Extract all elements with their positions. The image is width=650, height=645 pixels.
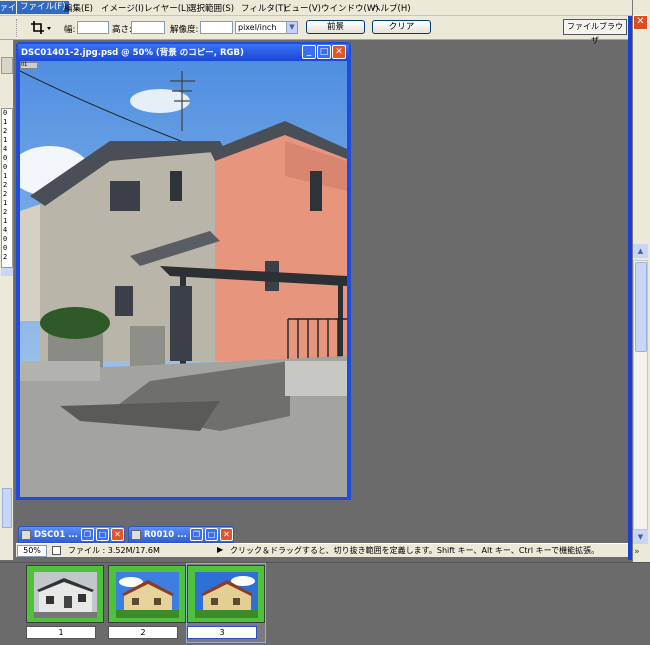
file-browser-button[interactable]: ファイルブラウザ: [563, 19, 627, 45]
ruler-origin-tag: 01: [20, 62, 38, 69]
thumbnail-image: [116, 572, 179, 618]
options-grip[interactable]: [16, 19, 19, 37]
resolution-unit-value: pixel/inch: [238, 23, 277, 32]
file-size-info: ファイル : 3.52M/17.6M: [68, 546, 160, 555]
document-window[interactable]: DSC01401-2.jpg.psd @ 50% (背景 のコピー, RGB) …: [16, 42, 351, 500]
house-photo: [20, 61, 347, 497]
menu-item-image[interactable]: イメージ(I): [101, 2, 144, 14]
document-title: DSC01401-2.jpg.psd @ 50% (背景 のコピー, RGB): [21, 48, 244, 58]
close-icon[interactable]: ✕: [633, 15, 648, 30]
resolution-field[interactable]: [200, 21, 233, 34]
thumbnail-label: 2: [108, 626, 178, 639]
document-icon: [21, 530, 31, 540]
toolbox-edge-button[interactable]: [1, 57, 13, 74]
app-window-edge: [628, 16, 632, 560]
status-bar: 50% ファイル : 3.52M/17.6M ▶ クリック＆ドラッグすると、切り…: [16, 543, 628, 557]
thumbnail-image: [195, 572, 258, 618]
menu-item-select[interactable]: 選択範囲(S): [188, 2, 234, 14]
width-label: 幅:: [64, 25, 76, 35]
close-icon[interactable]: ✕: [111, 528, 124, 541]
maximize-icon[interactable]: □: [205, 528, 218, 541]
options-bar: 幅: 高さ: 解像度: pixel/inch ▼ 前景 クリア ファイルブラウザ: [0, 16, 632, 45]
restore-icon[interactable]: ❐: [81, 528, 94, 541]
minimize-icon[interactable]: _: [302, 45, 316, 59]
resolution-label: 解像度:: [170, 25, 199, 35]
palette-edge-scrollbar[interactable]: [2, 488, 12, 528]
thumbnail-frame: [187, 565, 265, 623]
menu-item-help[interactable]: ヘルプ(H): [372, 2, 411, 14]
document-titlebar[interactable]: DSC01401-2.jpg.psd @ 50% (背景 のコピー, RGB) …: [18, 44, 349, 61]
thumbnail-item[interactable]: 3: [187, 565, 265, 643]
height-field[interactable]: [131, 21, 165, 34]
minimized-window[interactable]: DSC01 ... ❐ □ ✕: [18, 526, 125, 543]
menu-item-layer[interactable]: レイヤー(L): [144, 2, 189, 14]
minimized-window-title: DSC01 ...: [34, 530, 78, 540]
close-icon[interactable]: ✕: [220, 528, 233, 541]
thumbnail-frame: [108, 565, 186, 623]
menu-item-file[interactable]: ファイル(F): [17, 1, 69, 14]
thumbnail-image: [34, 572, 97, 618]
chevron-down-icon[interactable]: ▼: [286, 22, 297, 33]
palette-edge-scroll-arrow[interactable]: [1, 268, 13, 276]
menu-item-view[interactable]: ビュー(V): [283, 2, 321, 14]
expand-chevron-icon[interactable]: »: [634, 547, 640, 557]
menu-item-filter[interactable]: フィルタ(T): [241, 2, 287, 14]
scroll-up-arrow-icon[interactable]: ▲: [633, 244, 648, 258]
document-canvas[interactable]: [20, 61, 347, 497]
menu-item-window[interactable]: ウインドウ(W): [321, 2, 379, 14]
thumbnail-label: 1: [26, 626, 96, 639]
menu-item-edit[interactable]: 編集(E): [64, 2, 93, 14]
document-info-icon[interactable]: [52, 546, 61, 555]
thumbnail-item[interactable]: 1: [26, 565, 104, 643]
crop-tool-icon[interactable]: [30, 20, 52, 36]
clear-button[interactable]: クリア: [372, 20, 431, 34]
height-label: 高さ:: [112, 25, 132, 35]
front-image-button[interactable]: 前景: [306, 20, 365, 34]
width-field[interactable]: [77, 21, 109, 34]
right-scrollbar-thumb[interactable]: [635, 262, 647, 352]
zoom-field[interactable]: 50%: [17, 545, 47, 557]
minimized-window-title: R0010 ...: [144, 530, 187, 540]
minimized-window[interactable]: R0010 ... ❐ □ ✕: [128, 526, 234, 543]
restore-icon[interactable]: ❐: [190, 528, 203, 541]
menu-bar: ァイル ファイル(F) 編集(E) イメージ(I) レイヤー(L) 選択範囲(S…: [0, 0, 632, 16]
thumbnail-frame: [26, 565, 104, 623]
resolution-unit-select[interactable]: pixel/inch ▼: [235, 21, 298, 34]
maximize-icon[interactable]: □: [96, 528, 109, 541]
tool-hint-text: クリック＆ドラッグすると、切り抜き範囲を定義します。Shift キー、Alt キ…: [230, 546, 600, 555]
document-icon: [131, 530, 141, 540]
palette-edge-list: 0 1 2 1 4 0 0 1 2 2 1 2 1 4 0 0 2: [1, 108, 13, 268]
maximize-icon[interactable]: □: [317, 45, 331, 59]
menu-item-cut[interactable]: ァイル: [0, 1, 16, 14]
scroll-down-arrow-icon[interactable]: ▼: [633, 530, 648, 544]
play-arrow-icon[interactable]: ▶: [217, 545, 223, 554]
thumbnail-item[interactable]: 2: [108, 565, 186, 643]
close-icon[interactable]: ✕: [332, 45, 346, 59]
thumbnail-label: 3: [187, 626, 257, 639]
